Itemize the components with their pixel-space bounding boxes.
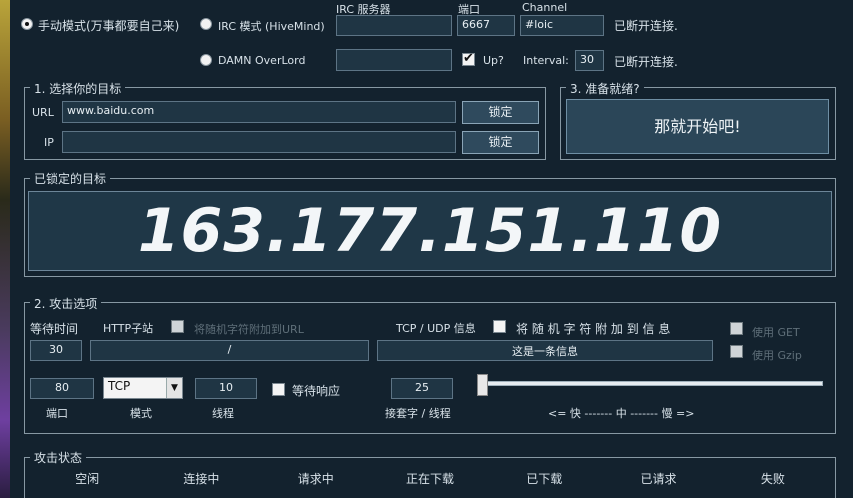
status-col-failed: 失败 (760, 472, 785, 486)
lock-url-button[interactable]: 锁定 (462, 101, 539, 124)
channel-label: Channel (522, 1, 568, 14)
irc-server-input[interactable] (336, 15, 452, 36)
http-subsite-label: HTTP子站 (103, 322, 154, 335)
lock-ip-button[interactable]: 锁定 (462, 131, 539, 154)
url-label: URL (32, 106, 54, 119)
overlord-input[interactable] (336, 49, 452, 71)
manual-mode-label: 手动模式(万事都要自己来) (38, 19, 180, 33)
irc-mode-label: IRC 模式 (HiveMind) (218, 20, 325, 33)
sockets-label: 接套字 / 线程 (385, 407, 451, 420)
channel-input[interactable]: #loic (520, 15, 604, 36)
manual-mode-radio[interactable] (21, 18, 33, 30)
attack-port-label: 端口 (46, 407, 68, 420)
attack-port-input[interactable]: 80 (30, 378, 94, 399)
mode-select-value: TCP (108, 379, 131, 393)
attack-options-title: 2. 攻击选项 (30, 295, 102, 312)
damn-overlord-label: DAMN OverLord (218, 54, 306, 67)
overlord-status-text: 已断开连接. (614, 55, 678, 69)
status-col-connecting: 连接中 (183, 472, 220, 486)
interval-label: Interval: (523, 54, 569, 67)
background-strip (0, 0, 10, 498)
sockets-input[interactable]: 25 (391, 378, 453, 399)
threads-label: 线程 (212, 407, 234, 420)
append-random-msg-label: 将 随 机 字 符 附 加 到 信 息 (516, 322, 671, 336)
locked-target-title: 已锁定的目标 (30, 170, 111, 187)
append-random-url-label: 将随机字符附加到URL (194, 323, 304, 336)
tcp-udp-label: TCP / UDP 信息 (396, 322, 476, 335)
status-columns: 空闲 连接中 请求中 正在下载 已下载 已请求 失败 (30, 470, 830, 488)
ip-input[interactable] (62, 131, 456, 153)
use-gzip-checkbox[interactable] (730, 345, 743, 358)
append-random-url-checkbox[interactable] (171, 320, 184, 333)
ready-group-title: 3. 准备就绪? (566, 80, 644, 97)
locked-target-display: 163.177.151.110 (28, 191, 832, 271)
chevron-down-icon[interactable]: ▼ (166, 378, 182, 398)
mode-label: 模式 (130, 407, 152, 420)
status-col-requested: 已请求 (640, 472, 677, 486)
status-col-downloaded: 已下载 (526, 472, 563, 486)
use-get-label: 使用 GET (752, 326, 800, 339)
append-random-msg-checkbox[interactable] (493, 320, 506, 333)
use-gzip-label: 使用 Gzip (752, 349, 802, 362)
target-group-title: 1. 选择你的目标 (30, 80, 126, 97)
speed-label: <= 快 ------- 中 ------- 慢 => (548, 407, 695, 420)
up-checkbox[interactable] (462, 51, 475, 66)
wait-time-input[interactable]: 30 (30, 340, 82, 361)
status-col-downloading: 正在下载 (405, 472, 454, 486)
irc-status-text: 已断开连接. (614, 19, 678, 33)
damn-overlord-radio[interactable] (200, 54, 212, 66)
status-col-idle: 空闲 (75, 472, 100, 486)
threads-input[interactable]: 10 (195, 378, 257, 399)
attack-status-title: 攻击状态 (30, 449, 87, 466)
speed-slider-track[interactable] (480, 381, 823, 386)
speed-slider-thumb[interactable] (477, 374, 488, 396)
up-label: Up? (483, 54, 504, 67)
url-input[interactable]: www.baidu.com (62, 101, 456, 123)
wait-time-label: 等待时间 (30, 322, 79, 336)
wait-response-checkbox[interactable] (272, 383, 285, 396)
status-col-requesting: 请求中 (297, 472, 334, 486)
wait-response-label: 等待响应 (292, 384, 341, 398)
irc-port-input[interactable]: 6667 (457, 15, 515, 36)
ip-label: IP (44, 136, 54, 149)
start-attack-button[interactable]: 那就开始吧! (566, 99, 829, 154)
interval-input[interactable]: 30 (575, 50, 604, 71)
message-input[interactable]: 这是一条信息 (377, 340, 713, 361)
use-get-checkbox[interactable] (730, 322, 743, 335)
http-path-input[interactable]: / (90, 340, 369, 361)
irc-mode-radio[interactable] (200, 18, 212, 30)
